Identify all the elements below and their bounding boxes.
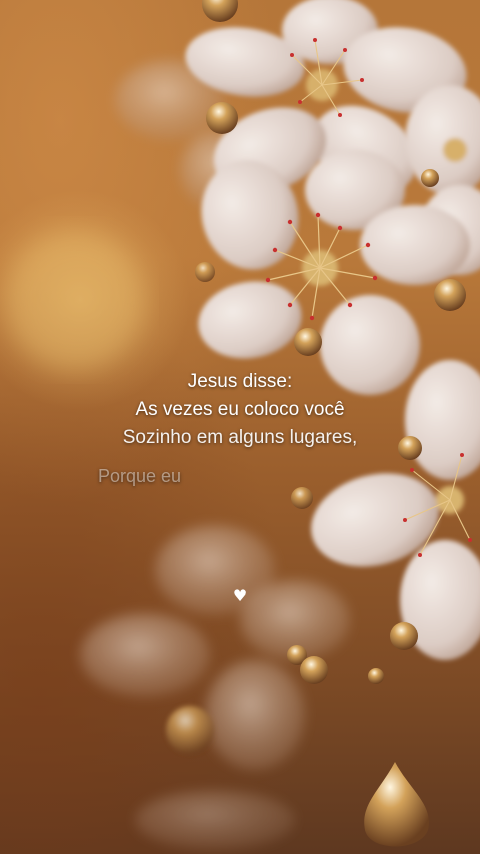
white-heart-icon: ♥ [232,586,248,605]
caption-line-4: Porque eu [98,466,182,486]
caption-line-1: Jesus disse: [187,371,293,392]
caption: Jesus disse: As vezes eu coloco você Soz… [0,368,480,486]
caption-line-2: As vezes eu coloco você [135,399,345,420]
blurred-flower-bottom [80,525,350,850]
caption-line-3: Sozinho em alguns lugares, [122,427,358,448]
